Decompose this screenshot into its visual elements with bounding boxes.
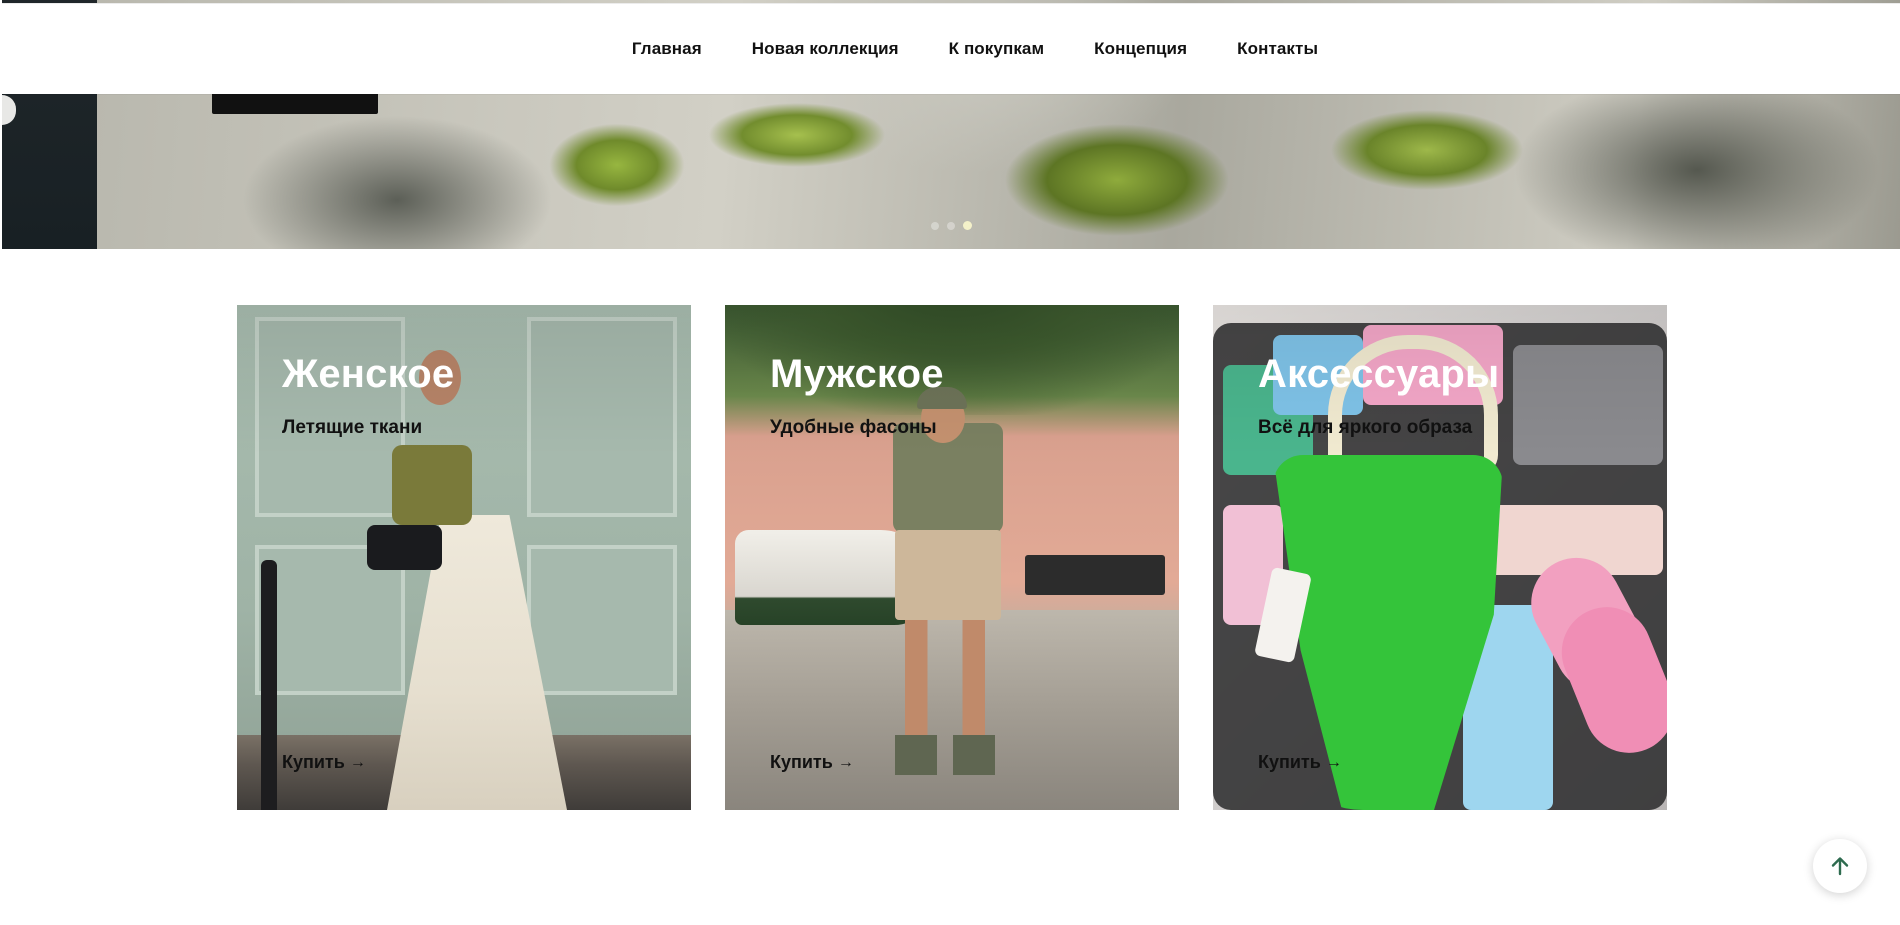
nav-item-contacts[interactable]: Контакты bbox=[1237, 39, 1318, 59]
nav-item-shop[interactable]: К покупкам bbox=[949, 39, 1045, 59]
card-subtitle: Удобные фасоны bbox=[770, 417, 937, 438]
main-nav: Главная Новая коллекция К покупкам Конце… bbox=[632, 39, 1318, 59]
card-subtitle: Летящие ткани bbox=[282, 417, 423, 438]
nav-item-concept[interactable]: Концепция bbox=[1094, 39, 1187, 59]
hero-dot-1[interactable] bbox=[931, 221, 939, 230]
card-title: Мужское bbox=[770, 352, 944, 396]
category-cards: Женское Летящие ткани Купить → Мужское У… bbox=[237, 305, 1667, 810]
arrow-right-icon: → bbox=[837, 753, 854, 771]
buy-link[interactable]: Купить → bbox=[770, 752, 854, 773]
hero-dot-2[interactable] bbox=[947, 221, 955, 230]
scroll-to-top-button[interactable] bbox=[1813, 839, 1867, 893]
arrow-up-icon bbox=[1831, 857, 1849, 876]
buy-link-label: Купить bbox=[282, 752, 345, 772]
category-card-women[interactable]: Женское Летящие ткани Купить → bbox=[237, 305, 691, 810]
site-header: Главная Новая коллекция К покупкам Конце… bbox=[2, 3, 1900, 94]
category-card-men[interactable]: Мужское Удобные фасоны Купить → bbox=[725, 305, 1179, 810]
category-card-accessories[interactable]: Аксессуары Всё для яркого образа Купить … bbox=[1213, 305, 1667, 810]
buy-link[interactable]: Купить → bbox=[1258, 752, 1342, 773]
hero-dot-3-active[interactable] bbox=[963, 221, 972, 230]
buy-link-label: Купить bbox=[770, 752, 833, 772]
hero-pagination bbox=[931, 221, 972, 230]
card-subtitle: Всё для яркого образа bbox=[1258, 417, 1473, 438]
buy-link-label: Купить bbox=[1258, 752, 1321, 772]
nav-item-new-collection[interactable]: Новая коллекция bbox=[752, 39, 899, 59]
buy-link[interactable]: Купить → bbox=[282, 752, 366, 773]
arrow-right-icon: → bbox=[1325, 753, 1342, 771]
nav-item-home[interactable]: Главная bbox=[632, 39, 702, 59]
card-title: Аксессуары bbox=[1258, 352, 1500, 396]
card-title: Женское bbox=[282, 352, 455, 396]
arrow-right-icon: → bbox=[349, 753, 366, 771]
